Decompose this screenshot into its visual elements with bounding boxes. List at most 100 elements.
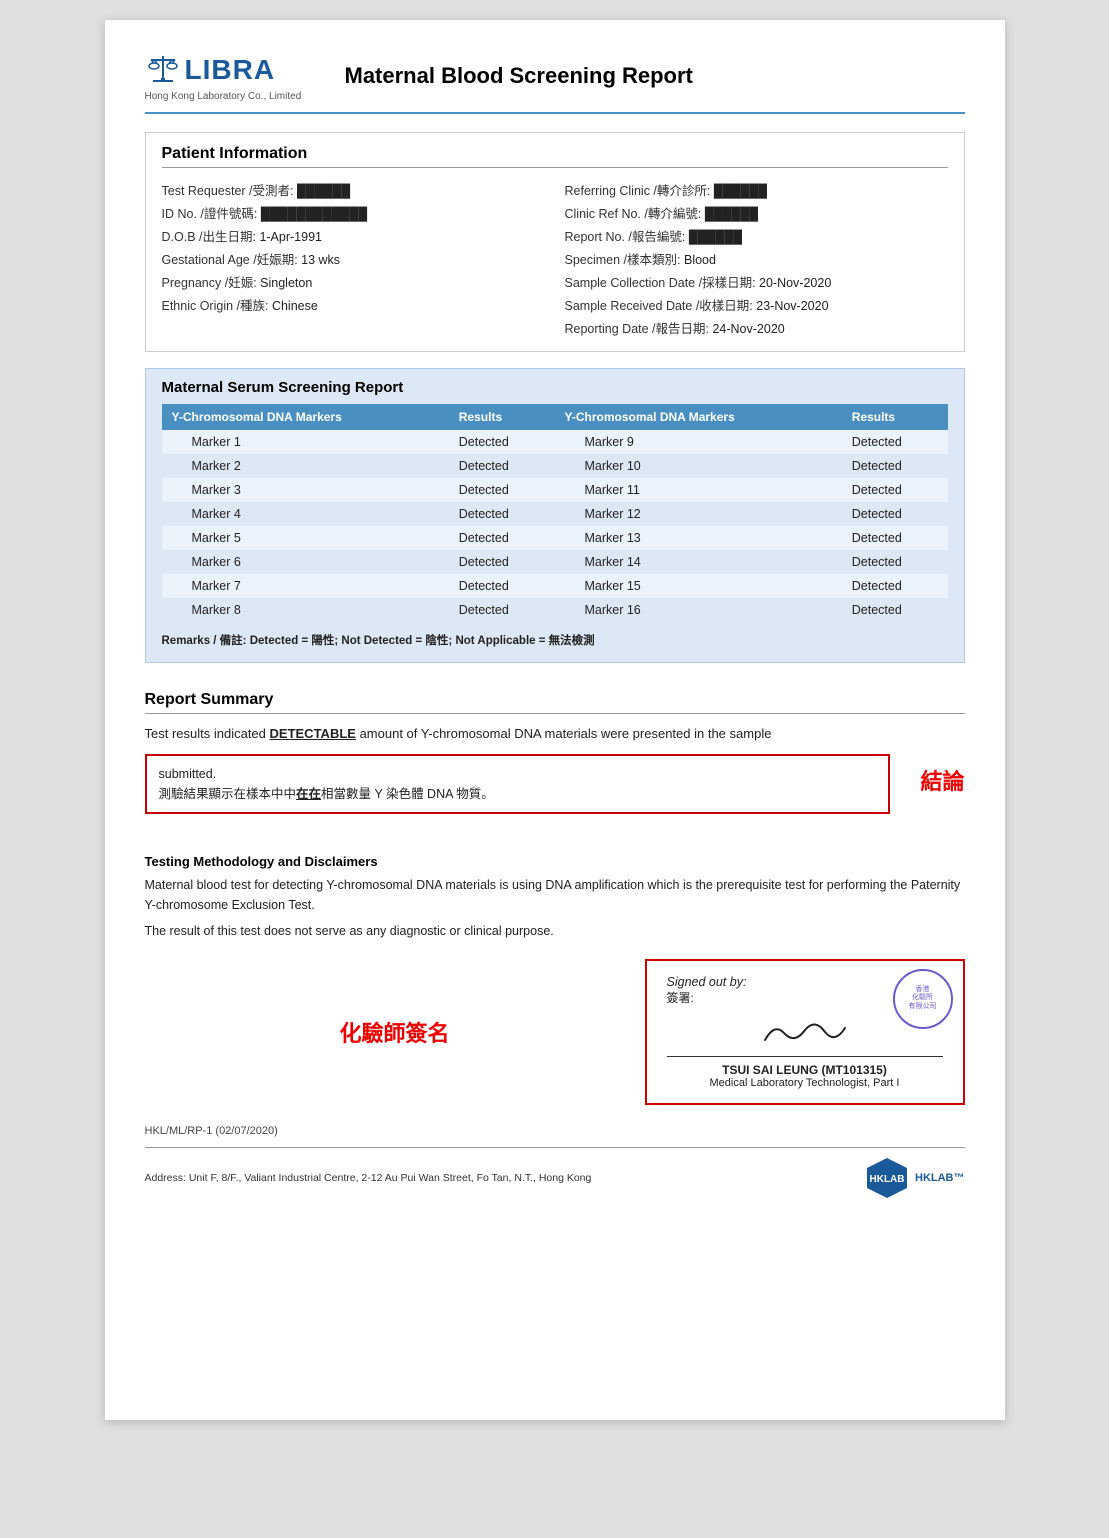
patient-row-pregnancy: Pregnancy /妊娠: Singleton (162, 270, 545, 293)
col-header-results-right: Results (842, 404, 948, 430)
marker-left-name: Marker 7 (162, 574, 449, 598)
marker-left-name: Marker 2 (162, 454, 449, 478)
patient-row-reporting-date: Reporting Date /報告日期: 24-Nov-2020 (565, 316, 948, 339)
summary-title: Report Summary (145, 691, 965, 714)
marker-left-result: Detected (449, 550, 555, 574)
report-summary-section: Report Summary Test results indicated DE… (145, 681, 965, 838)
marker-right-result: Detected (842, 478, 948, 502)
serum-screening-section: Maternal Serum Screening Report Y-Chromo… (145, 368, 965, 663)
svg-text:HKLAB: HKLAB (870, 1174, 905, 1185)
marker-right-name: Marker 12 (554, 502, 841, 526)
logo-brand-text: LIBRA (185, 54, 276, 86)
markers-table-row: Marker 5DetectedMarker 13Detected (162, 526, 948, 550)
marker-right-name: Marker 13 (554, 526, 841, 550)
conclusion-row: submitted. 測驗結果顯示在樣本中中在在相當數量 Y 染色體 DNA 物… (145, 754, 965, 814)
marker-left-name: Marker 8 (162, 598, 449, 622)
markers-table-row: Marker 1DetectedMarker 9Detected (162, 430, 948, 454)
marker-left-result: Detected (449, 502, 555, 526)
patient-information-section: Patient Information Test Requester /受測者:… (145, 132, 965, 352)
report-page: LIBRA Hong Kong Laboratory Co., Limited … (105, 20, 1005, 1420)
marker-left-name: Marker 3 (162, 478, 449, 502)
marker-right-result: Detected (842, 502, 948, 526)
patient-row-clinic-ref: Clinic Ref No. /轉介編號: ██████ (565, 201, 948, 224)
logo-area: LIBRA Hong Kong Laboratory Co., Limited (145, 50, 325, 102)
markers-table-header-row: Y-Chromosomal DNA Markers Results Y-Chro… (162, 404, 948, 430)
signatory-title: Medical Laboratory Technologist, Part I (667, 1077, 943, 1089)
marker-right-result: Detected (842, 526, 948, 550)
report-title: Maternal Blood Screening Report (345, 63, 693, 89)
marker-right-name: Marker 10 (554, 454, 841, 478)
hklab-text: HKLAB™ (915, 1172, 965, 1184)
patient-row-clinic: Referring Clinic /轉介診所: ██████ (565, 178, 948, 201)
markers-table-row: Marker 6DetectedMarker 14Detected (162, 550, 948, 574)
methodology-section: Testing Methodology and Disclaimers Mate… (145, 854, 965, 941)
marker-left-result: Detected (449, 454, 555, 478)
marker-right-name: Marker 11 (554, 478, 841, 502)
marker-right-name: Marker 14 (554, 550, 841, 574)
summary-paragraph: Test results indicated DETECTABLE amount… (145, 724, 965, 744)
patient-row-collection-date: Sample Collection Date /採樣日期: 20-Nov-202… (565, 270, 948, 293)
marker-right-name: Marker 15 (554, 574, 841, 598)
chinese-result-text: 測驗結果顯示在樣本中中在在相當數量 Y 染色體 DNA 物質。 (159, 784, 877, 804)
patient-row-requester: Test Requester /受測者: ██████ (162, 178, 545, 201)
marker-right-name: Marker 9 (554, 430, 841, 454)
marker-left-name: Marker 6 (162, 550, 449, 574)
methodology-title: Testing Methodology and Disclaimers (145, 854, 965, 869)
remarks-text: Remarks / 備註: Detected = 陽性; Not Detecte… (162, 632, 948, 648)
methodology-text2: The result of this test does not serve a… (145, 921, 965, 941)
report-header: LIBRA Hong Kong Laboratory Co., Limited … (145, 50, 965, 114)
footer-bar: Address: Unit F, 8/F., Valiant Industria… (145, 1147, 965, 1200)
marker-right-result: Detected (842, 598, 948, 622)
chemist-label: 化驗師簽名 (145, 1016, 645, 1048)
libra-logo: LIBRA Hong Kong Laboratory Co., Limited (145, 50, 325, 102)
serum-title: Maternal Serum Screening Report (162, 379, 948, 396)
patient-row-id: ID No. /證件號碼: ████████████ (162, 201, 545, 224)
signatory-name: TSUI SAI LEUNG (MT101315) (667, 1063, 943, 1077)
hklab-logo-icon: HKLAB (865, 1156, 909, 1200)
patient-row-specimen: Specimen /樣本類別: Blood (565, 247, 948, 270)
marker-left-name: Marker 4 (162, 502, 449, 526)
marker-right-result: Detected (842, 454, 948, 478)
patient-info-title: Patient Information (162, 145, 948, 168)
submitted-line: submitted. (159, 764, 877, 784)
col-header-results-left: Results (449, 404, 555, 430)
patient-row-dob: D.O.B /出生日期: 1-Apr-1991 (162, 224, 545, 247)
laboratory-stamp: 香港化驗所有限公司 (893, 969, 953, 1029)
markers-table-row: Marker 2DetectedMarker 10Detected (162, 454, 948, 478)
patient-right-col: Referring Clinic /轉介診所: ██████ Clinic Re… (565, 178, 948, 339)
logo-subtitle-text: Hong Kong Laboratory Co., Limited (145, 91, 325, 102)
submitted-box: submitted. 測驗結果顯示在樣本中中在在相當數量 Y 染色體 DNA 物… (145, 754, 891, 814)
marker-left-name: Marker 1 (162, 430, 449, 454)
patient-grid: Test Requester /受測者: ██████ ID No. /證件號碼… (162, 178, 948, 339)
detectable-text: DETECTABLE (270, 726, 356, 741)
sign-box: 香港化驗所有限公司 Signed out by: 簽署: TSUI SAI LE… (645, 959, 965, 1105)
col-header-marker-right: Y-Chromosomal DNA Markers (554, 404, 841, 430)
marker-left-result: Detected (449, 574, 555, 598)
conclusion-label: 結論 (920, 754, 964, 796)
doc-ref: HKL/ML/RP-1 (02/07/2020) (145, 1125, 965, 1137)
marker-right-result: Detected (842, 430, 948, 454)
marker-left-result: Detected (449, 598, 555, 622)
patient-row-report-no: Report No. /報告編號: ██████ (565, 224, 948, 247)
marker-right-result: Detected (842, 550, 948, 574)
marker-right-result: Detected (842, 574, 948, 598)
markers-table-row: Marker 7DetectedMarker 15Detected (162, 574, 948, 598)
marker-right-name: Marker 16 (554, 598, 841, 622)
libra-scale-icon (145, 50, 181, 89)
patient-row-ethnic: Ethnic Origin /種族: Chinese (162, 293, 545, 316)
markers-table: Y-Chromosomal DNA Markers Results Y-Chro… (162, 404, 948, 622)
patient-left-col: Test Requester /受測者: ██████ ID No. /證件號碼… (162, 178, 545, 339)
marker-left-result: Detected (449, 526, 555, 550)
markers-table-row: Marker 4DetectedMarker 12Detected (162, 502, 948, 526)
signature-line-divider (667, 1056, 943, 1057)
patient-row-gestational: Gestational Age /妊娠期: 13 wks (162, 247, 545, 270)
col-header-marker-left: Y-Chromosomal DNA Markers (162, 404, 449, 430)
methodology-text1: Maternal blood test for detecting Y-chro… (145, 875, 965, 915)
marker-left-result: Detected (449, 478, 555, 502)
footer-logo-area: HKLAB HKLAB™ (865, 1156, 965, 1200)
footer-address: Address: Unit F, 8/F., Valiant Industria… (145, 1172, 860, 1184)
markers-table-row: Marker 3DetectedMarker 11Detected (162, 478, 948, 502)
marker-left-result: Detected (449, 430, 555, 454)
marker-left-name: Marker 5 (162, 526, 449, 550)
markers-table-row: Marker 8DetectedMarker 16Detected (162, 598, 948, 622)
